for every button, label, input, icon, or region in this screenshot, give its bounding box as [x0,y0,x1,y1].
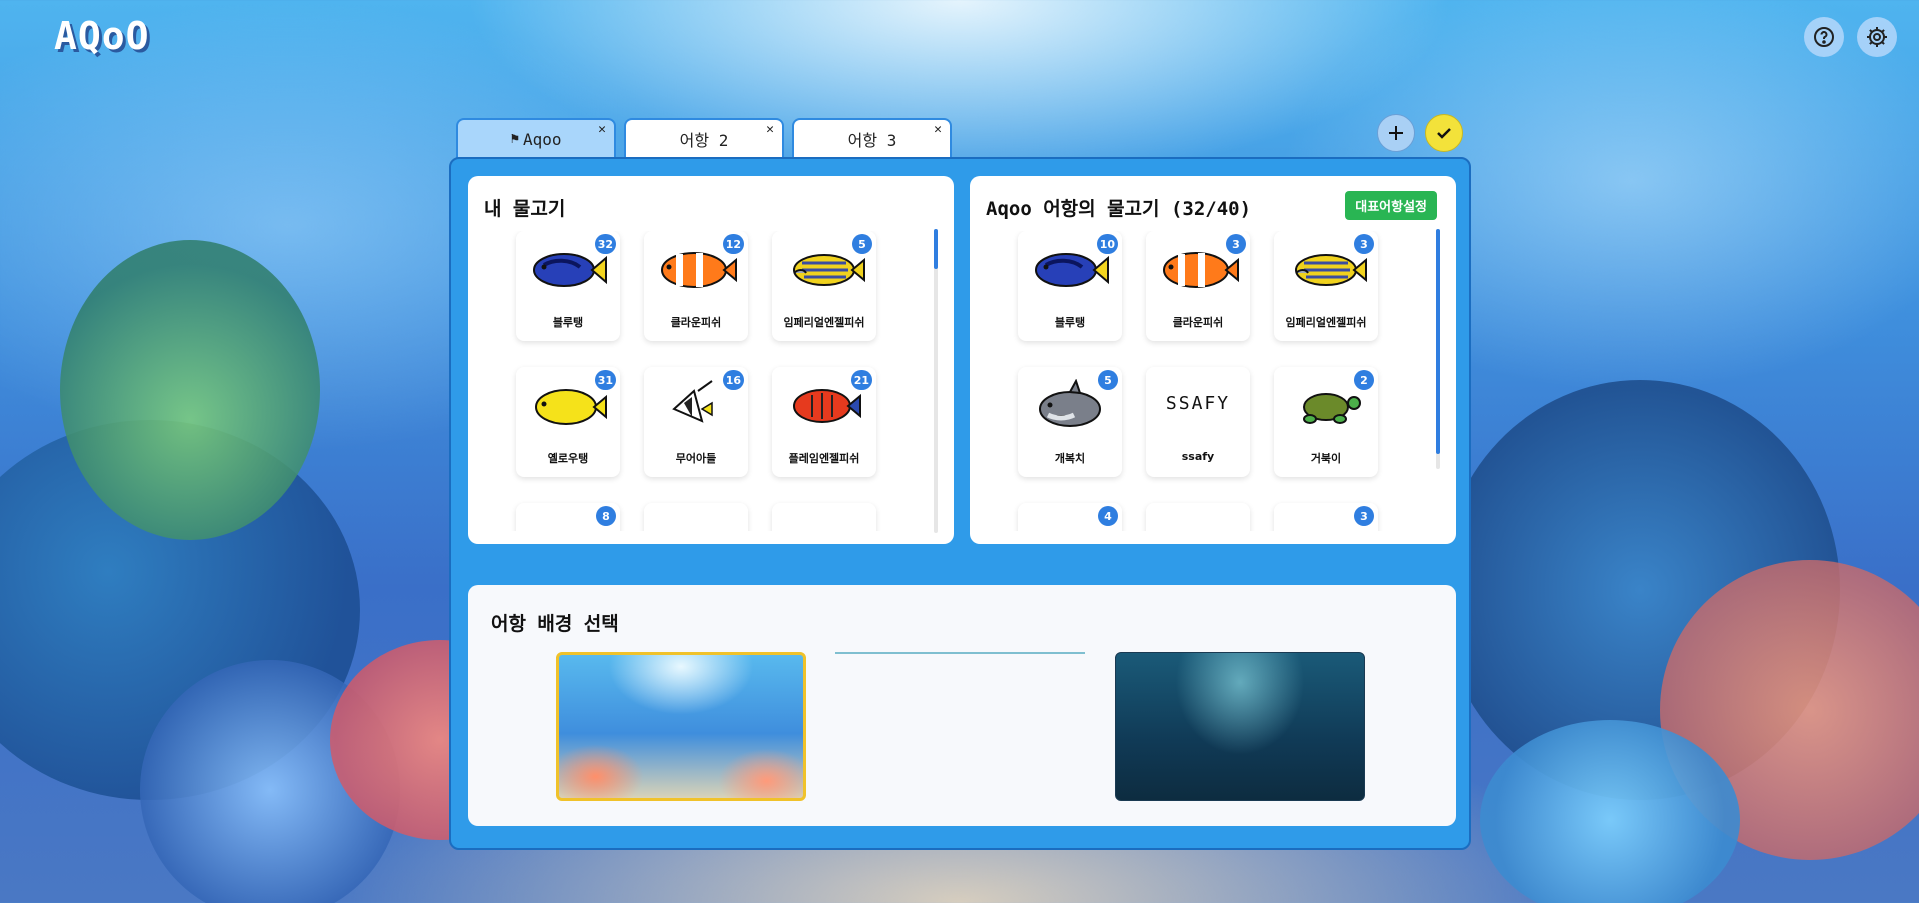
add-aquarium-button[interactable] [1377,114,1415,152]
confirm-button[interactable] [1425,114,1463,152]
scrollbar[interactable] [934,229,938,533]
turtle-icon [1284,379,1368,433]
background-option-deep-sea[interactable] [1115,652,1365,801]
fish-card[interactable]: 무어아들 16 [644,367,748,477]
scroll-thumb[interactable] [934,229,938,269]
fish-name: 블루탱 [1054,316,1086,329]
settings-button[interactable] [1857,17,1897,57]
count-badge: 2 [1354,370,1374,390]
count-badge: 21 [850,370,872,390]
close-icon[interactable]: ✕ [934,122,942,137]
fish-name: ssafy [1181,450,1215,463]
fish-card[interactable]: 블루탱 32 [516,231,620,341]
fish-card[interactable]: SSAFY ssafy [1146,367,1250,477]
fish-name: 임페리얼엔젤피쉬 [783,316,865,329]
plus-icon [1389,126,1403,140]
help-button[interactable] [1804,17,1844,57]
my-fish-title: 내 물고기 [484,198,566,220]
tab-label: Aqoo [522,129,562,149]
background-option-loading[interactable] [835,652,1085,654]
count-badge: 5 [1098,370,1118,390]
gear-icon [1867,27,1887,47]
fish-card[interactable]: 블루탱 10 [1018,231,1122,341]
tab-aquarium-1[interactable]: ⚑ Aqoo ✕ [456,118,616,158]
aquarium-fish-card: Aqoo 어항의 물고기 (32/40) 대표어항설정 블루탱 10 클라운피쉬 3 임… [970,176,1456,544]
clownfish-icon [1156,243,1240,297]
my-fish-grid: 블루탱 32 클라운피쉬 12 임페리얼엔젤피쉬 5 옐로우탱 31 무어아들 16 플레임엔젤피쉬… [468,231,954,531]
fish-card[interactable]: 클라운피쉬 12 [644,231,748,341]
fish-card[interactable]: 플레임엔젤피쉬 21 [772,367,876,477]
fish-name: 플레임엔젤피쉬 [788,452,860,465]
background-select-title: 어항 배경 선택 [491,613,619,635]
fish-card[interactable]: 임페리얼엔젤피쉬 3 [1274,231,1378,341]
fish-name: 무어아들 [675,452,717,465]
fish-name: 클라운피쉬 [1172,316,1224,329]
count-badge: 10 [1096,234,1118,254]
count-badge: 8 [596,506,616,526]
scroll-thumb[interactable] [1436,229,1440,454]
aquarium-fish-grid: 블루탱 10 클라운피쉬 3 임페리얼엔젤피쉬 3 개복치 5 SSAFY ssafy 거북이 2 4 3 [970,231,1456,531]
count-badge: 3 [1226,234,1246,254]
fish-card[interactable]: 옐로우탱 31 [516,367,620,477]
fish-card[interactable]: 거북이 2 [1274,367,1378,477]
count-badge: 5 [852,234,872,254]
count-badge: 3 [1354,234,1374,254]
count-badge: 4 [1098,506,1118,526]
imperial-angelfish-icon [782,243,866,297]
background-option-bright-reef[interactable] [556,652,806,801]
tab-aquarium-3[interactable]: 어항 3 ✕ [792,118,952,158]
flag-icon: ⚑ [510,131,519,147]
drawing-text: SSAFY [1165,393,1231,414]
fish-name: 옐로우탱 [547,452,589,465]
check-icon [1437,128,1451,139]
background-select-card: 어항 배경 선택 [468,585,1456,826]
seaweed-decoration [60,240,320,540]
scrollbar[interactable] [1436,229,1440,469]
my-fish-card: 내 물고기 블루탱 32 클라운피쉬 12 임페리얼엔젤피쉬 5 옐로우탱 31 무어아들 16 플… [468,176,954,544]
count-badge: 12 [722,234,744,254]
fish-name: 블루탱 [552,316,584,329]
fish-card[interactable]: 4 [1018,503,1122,531]
fish-card[interactable]: 임페리얼엔젤피쉬 5 [772,231,876,341]
fish-icon [1156,515,1240,531]
close-icon[interactable]: ✕ [766,122,774,137]
aquarium-editor-panel: 내 물고기 블루탱 32 클라운피쉬 12 임페리얼엔젤피쉬 5 옐로우탱 31 무어아들 16 플… [449,157,1471,850]
tab-label: 어항 2 [679,131,729,150]
fish-card[interactable]: 클라운피쉬 3 [1146,231,1250,341]
fish-card[interactable] [1146,503,1250,531]
set-representative-button[interactable]: 대표어항설정 [1345,191,1437,220]
fish-name: 거북이 [1310,452,1342,465]
count-badge: 16 [722,370,744,390]
fish-icon [782,515,866,531]
imperial-angelfish-icon [1284,243,1368,297]
fish-card[interactable] [772,503,876,531]
help-circle-icon [1814,27,1834,47]
tab-label: 어항 3 [847,131,897,150]
sunfish-icon [1028,378,1112,433]
fish-card[interactable]: 8 [516,503,620,531]
fish-card[interactable]: 3 [1274,503,1378,531]
count-badge: 32 [594,234,616,254]
count-badge: 3 [1354,506,1374,526]
ssafy-text-drawing-icon: SSAFY [1156,379,1240,433]
fish-name: 임페리얼엔젤피쉬 [1285,316,1367,329]
count-badge: 31 [594,370,616,390]
app-logo[interactable]: AQoO [54,14,150,58]
fish-icon [654,515,738,531]
close-icon[interactable]: ✕ [598,122,606,137]
fish-card[interactable]: 개복치 5 [1018,367,1122,477]
tab-aquarium-2[interactable]: 어항 2 ✕ [624,118,784,158]
fish-name: 클라운피쉬 [670,316,722,329]
fish-card[interactable] [644,503,748,531]
aquarium-fish-title: Aqoo 어항의 물고기 (32/40) [986,198,1252,220]
fish-name: 개복치 [1054,452,1086,465]
